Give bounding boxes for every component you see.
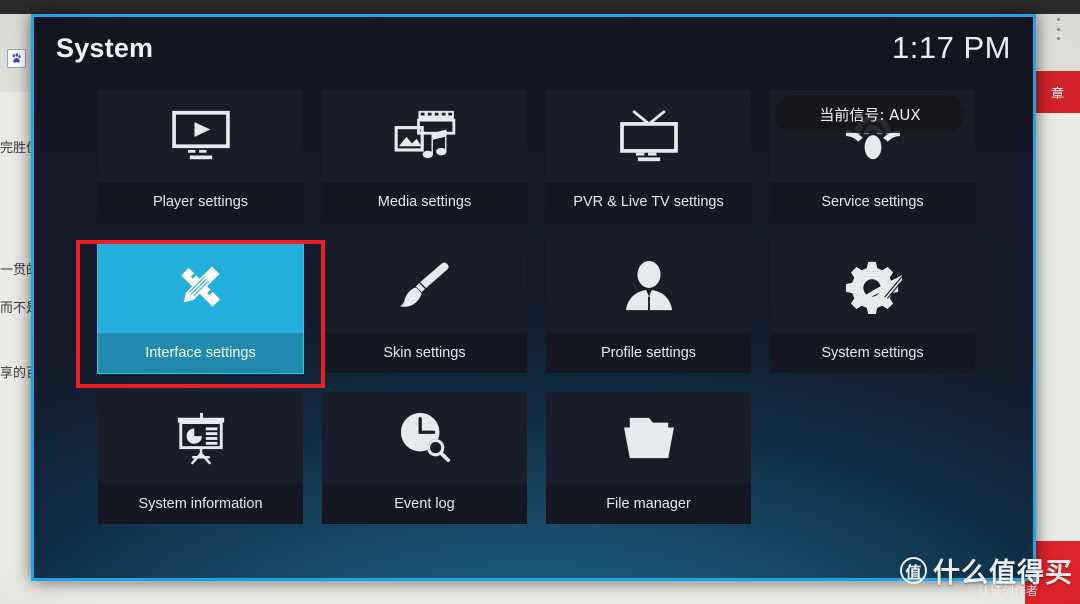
tv-antenna-icon (546, 90, 751, 182)
paw-icon (7, 49, 26, 68)
tile-interface-settings[interactable]: Interface settings (97, 240, 304, 374)
tile-label: Service settings (770, 182, 975, 222)
tile-label: Event log (322, 484, 527, 524)
tile-profile-settings[interactable]: Profile settings (546, 241, 751, 373)
clock-search-icon (322, 392, 527, 484)
tv-screen: System 1:17 PM Player settings Media set… (31, 14, 1036, 581)
tile-label: Skin settings (322, 333, 527, 373)
user-silhouette-icon (546, 241, 751, 333)
photograph-of-tv-screen: 完胜住 一贯的 而不是 享的百 章 System 1:17 PM Player … (0, 0, 1080, 604)
clock: 1:17 PM (892, 30, 1011, 65)
presentation-chart-icon (98, 392, 303, 484)
tile-label: File manager (546, 484, 751, 524)
tile-system-information[interactable]: System information (98, 392, 303, 524)
gear-screwdriver-icon (770, 241, 975, 333)
pen-ruler-icon (98, 241, 303, 333)
tile-event-log[interactable]: Event log (322, 392, 527, 524)
tile-service-settings[interactable]: Service settings (770, 90, 975, 222)
tile-player-settings[interactable]: Player settings (98, 90, 303, 222)
tile-label: PVR & Live TV settings (546, 182, 751, 222)
tile-pvr-live-tv-settings[interactable]: PVR & Live TV settings (546, 90, 751, 222)
film-photo-music-icon (322, 90, 527, 182)
monitor-play-icon (98, 90, 303, 182)
tile-skin-settings[interactable]: Skin settings (322, 241, 527, 373)
paintbrush-icon (322, 241, 527, 333)
tile-label: System information (98, 484, 303, 524)
tile-label: Profile settings (546, 333, 751, 373)
tile-system-settings[interactable]: System settings (770, 241, 975, 373)
tile-file-manager[interactable]: File manager (546, 392, 751, 524)
tile-label: Player settings (98, 182, 303, 222)
settings-tile-grid: Player settings Media settings PVR & Liv… (97, 90, 978, 524)
tile-media-settings[interactable]: Media settings (322, 90, 527, 222)
background-red-button[interactable]: 章 (1035, 71, 1080, 113)
browser-titlebar (0, 0, 1080, 14)
tile-label: Media settings (322, 182, 527, 222)
screen-header: System 1:17 PM (34, 17, 1033, 79)
more-vertical-icon[interactable] (1056, 18, 1060, 40)
tile-label: System settings (770, 333, 975, 373)
page-title: System (56, 32, 154, 63)
tile-label: Interface settings (98, 333, 303, 373)
satellite-dish-icon (770, 90, 975, 182)
folder-icon (546, 392, 751, 484)
